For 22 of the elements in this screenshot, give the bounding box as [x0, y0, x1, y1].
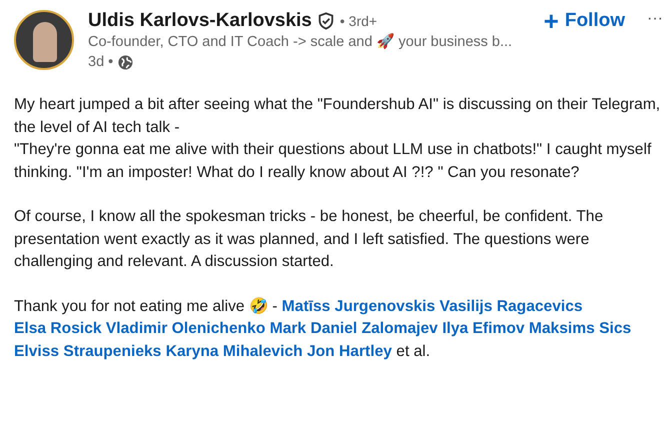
- mention-link[interactable]: Jon Hartley: [306, 342, 392, 360]
- mention-link[interactable]: Elsa Rosick: [14, 320, 102, 337]
- author-name[interactable]: Uldis Karlovs-Karlovskis: [88, 10, 312, 32]
- mention-link[interactable]: Maksims Sics: [528, 320, 632, 337]
- follow-button[interactable]: + Follow: [538, 10, 631, 32]
- post-paragraph: My heart jumped a bit after seeing what the "Foundershub AI" is discussing on their Telegram, the level of AI tech talk - "They're gonna eat me alive with their questions about LLM use in chatbots!" I caught myself thinking. "I'm an imposter! What do I really know about AI ?!? " Can you resonate?: [14, 95, 662, 182]
- mention-link[interactable]: Vasilijs Ragacevics: [440, 298, 583, 314]
- mention-link[interactable]: Matīss Jurgenovskis: [282, 298, 436, 314]
- mention-link[interactable]: Elviss Straupenieks: [14, 342, 162, 360]
- author-headline: Co-founder, CTO and IT Coach -> scale and 🚀 your business b...: [88, 32, 514, 52]
- closing-text: Thank you for not eating me alive 🤣 -: [14, 298, 278, 314]
- post-paragraph: Of course, I know all the spokesman tricks - be honest, be cheerful, be confident. The presentation went exactly as it was planned, and I left satisfied. The questions were challenging and relevant. A discussion started.: [14, 207, 604, 272]
- post-time: 3d •: [88, 53, 114, 72]
- mention-link[interactable]: Ilya Efimov: [442, 320, 525, 337]
- closing-suffix: et al.: [396, 342, 430, 360]
- mention-link[interactable]: Mark Daniel Zalomajev: [270, 320, 438, 337]
- more-button[interactable]: ···: [645, 10, 665, 28]
- verified-shield-icon: [316, 12, 335, 30]
- connection-degree: • 3rd+: [340, 13, 378, 29]
- mention-link[interactable]: Vladimir Olenichenko: [106, 320, 266, 337]
- globe-icon: [118, 54, 134, 70]
- mention-link[interactable]: Karyna Mihalevich: [166, 342, 303, 360]
